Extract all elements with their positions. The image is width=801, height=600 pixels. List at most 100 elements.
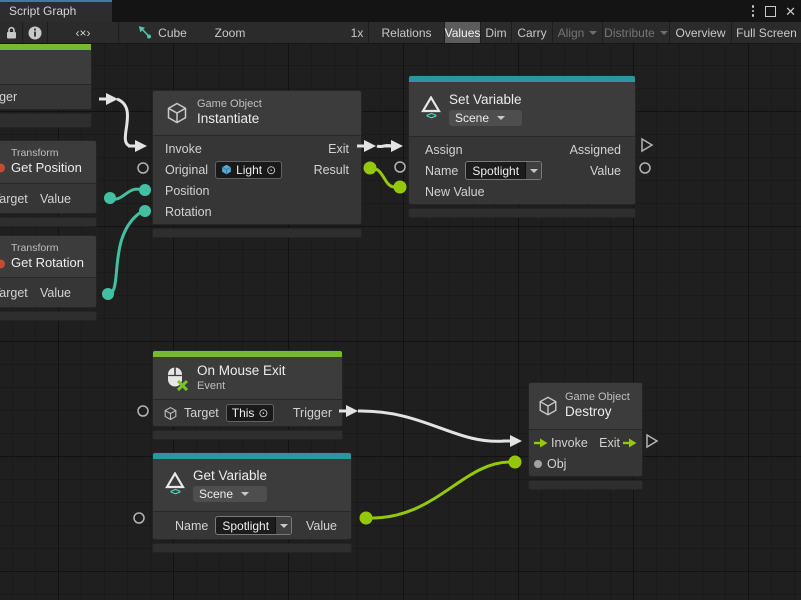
code-view-button[interactable]: ‹×›: [48, 22, 118, 43]
exit-port-label: Exit: [599, 436, 620, 450]
value-port-position-value-out[interactable]: [104, 192, 116, 204]
lock-button[interactable]: [2, 22, 21, 43]
wire-rotation-value: [108, 212, 141, 294]
flow-port-invoke-in[interactable]: [510, 435, 522, 447]
mouse-event-icon: [165, 366, 189, 391]
value-port-rotation-value-out[interactable]: [102, 288, 114, 300]
chevron-down-icon: [589, 31, 597, 35]
value-port-newvalue-in[interactable]: [394, 181, 407, 194]
align-dropdown[interactable]: Align: [552, 22, 602, 43]
flow-port-trigger-out[interactable]: [106, 93, 118, 105]
graph-toolbar: ‹×› Cube Zoom 1x Relations Values Dim Ca…: [0, 22, 801, 44]
unity-variable-icon: <>: [421, 96, 441, 122]
node-subtitle: Event: [197, 380, 286, 394]
value-port-name[interactable]: [134, 513, 144, 523]
node-category: Transform: [11, 147, 82, 160]
node-partial-event[interactable]: Trigger: [0, 44, 92, 128]
value-port-label: Value: [40, 286, 71, 300]
name-port-label: Name: [175, 519, 208, 533]
variable-scope-dropdown[interactable]: Scene: [193, 486, 267, 502]
object-field-value: This: [232, 406, 255, 420]
flow-port-exit-out[interactable]: [647, 435, 657, 447]
zoom-label: Zoom: [210, 22, 250, 43]
variable-name-dropdown[interactable]: Spotlight: [215, 516, 292, 535]
window-controls: ✕: [748, 2, 798, 20]
target-port-label: Target: [184, 406, 219, 420]
zoom-value: 1x: [347, 22, 367, 43]
node-on-mouse-exit[interactable]: On Mouse Exit Event Target This ⊙ Trigge…: [152, 350, 343, 440]
overview-button[interactable]: Overview: [669, 22, 731, 43]
obj-port-label: Obj: [547, 457, 566, 471]
value-port-result-out[interactable]: [364, 162, 377, 175]
original-object-field[interactable]: Light ⊙: [215, 161, 282, 179]
menu-kebab-icon[interactable]: [748, 3, 759, 19]
node-get-variable[interactable]: <> Get Variable Scene Name Spotlight: [152, 452, 352, 553]
wire-exit-to-assign: [377, 145, 391, 146]
value-port-dot-icon: [534, 460, 542, 468]
game-object-cube-icon: [221, 164, 232, 175]
node-set-variable[interactable]: <> Set Variable Scene Assign Assigned: [408, 75, 636, 218]
rotation-port-label: Rotation: [165, 205, 212, 219]
value-port-label: Value: [306, 519, 337, 533]
flow-arrow-icon: [623, 437, 637, 449]
flow-port-assigned-out[interactable]: [642, 139, 652, 151]
chevron-down-icon: [660, 31, 668, 35]
node-destroy[interactable]: Game Object Destroy Invoke Exit: [528, 382, 643, 490]
close-icon[interactable]: ✕: [783, 5, 798, 18]
new-value-port-label: New Value: [425, 185, 485, 199]
original-port-label: Original: [165, 163, 208, 177]
graph-canvas[interactable]: Trigger Transform Get Position Target Va…: [0, 44, 801, 600]
node-category: Game Object: [197, 98, 262, 112]
lock-icon: [5, 26, 18, 40]
node-instantiate[interactable]: Game Object Instantiate Invoke Exit Orig…: [152, 90, 362, 238]
wire-position-value: [110, 189, 141, 199]
name-port-label: Name: [425, 164, 458, 178]
graph-icon: [137, 25, 152, 40]
value-port-value-out[interactable]: [640, 163, 650, 173]
value-port-target[interactable]: [138, 406, 148, 416]
target-object-field[interactable]: This ⊙: [226, 404, 275, 422]
node-title: Instantiate: [197, 111, 262, 128]
flow-port-exit-out[interactable]: [364, 140, 376, 152]
target-port-label: Target: [0, 192, 28, 206]
node-get-position[interactable]: Transform Get Position Target Value: [0, 140, 97, 227]
flow-port-trigger-out[interactable]: [346, 405, 358, 417]
maximize-icon[interactable]: [765, 6, 776, 17]
wire-trigger-to-invoke: [358, 411, 505, 441]
trigger-port-label: Trigger: [0, 90, 17, 104]
wire-value-to-obj: [366, 462, 510, 518]
carry-button[interactable]: Carry: [511, 22, 552, 43]
tab-script-graph[interactable]: Script Graph: [0, 0, 112, 22]
value-port-name[interactable]: [395, 162, 405, 172]
info-button[interactable]: [23, 22, 46, 43]
dim-button[interactable]: Dim: [480, 22, 511, 43]
variable-name-dropdown[interactable]: Spotlight: [465, 161, 542, 180]
flow-port-assign-in[interactable]: [391, 140, 403, 152]
tab-bar: Script Graph ✕: [0, 0, 801, 22]
variable-scope-dropdown[interactable]: Scene: [449, 110, 522, 126]
value-port-original[interactable]: [138, 163, 148, 173]
script-graph-window: Script Graph ✕ ‹×›: [0, 0, 801, 600]
value-port-position-in[interactable]: [139, 184, 151, 196]
value-port-value-out[interactable]: [360, 512, 373, 525]
flow-port-invoke-in[interactable]: [135, 140, 147, 152]
node-get-rotation[interactable]: Transform Get Rotation Target Value: [0, 235, 97, 321]
node-title: Get Variable: [193, 468, 267, 485]
wires-layer: [0, 44, 801, 600]
chevron-down-icon: [241, 492, 249, 496]
distribute-dropdown[interactable]: Distribute: [602, 22, 669, 43]
fullscreen-button[interactable]: Full Screen: [731, 22, 801, 43]
value-port-obj-in[interactable]: [509, 456, 522, 469]
value-port-rotation-in[interactable]: [139, 205, 151, 217]
game-object-cube-icon: [163, 406, 178, 421]
breadcrumb-label: Cube: [158, 26, 187, 40]
game-object-cube-icon: [537, 395, 559, 417]
breadcrumb[interactable]: Cube: [132, 22, 192, 43]
object-picker-icon[interactable]: ⊙: [266, 164, 276, 176]
relations-button[interactable]: Relations: [368, 22, 444, 43]
values-button[interactable]: Values: [444, 22, 480, 43]
wire-event-to-invoke: [117, 99, 130, 146]
code-icon: ‹×›: [76, 26, 91, 40]
game-object-cube-icon: [165, 101, 189, 125]
object-picker-icon[interactable]: ⊙: [258, 407, 268, 419]
